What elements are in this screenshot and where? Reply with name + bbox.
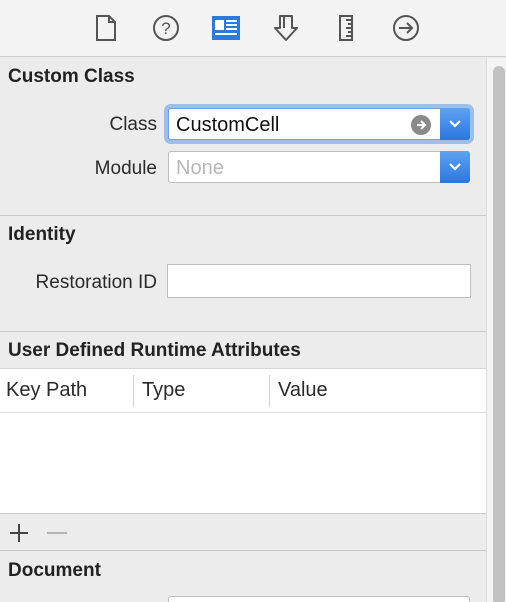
inspector-toolbar: ?: [0, 0, 506, 57]
chevron-down-icon: [449, 120, 461, 128]
document-title: Document: [8, 560, 101, 581]
custom-class-title: Custom Class: [8, 66, 135, 87]
class-combobox[interactable]: CustomCell: [168, 108, 470, 140]
identity-title: Identity: [8, 224, 76, 245]
size-inspector-tab[interactable]: [329, 11, 363, 45]
add-attribute-button[interactable]: [8, 522, 30, 544]
scrollbar-thumb[interactable]: [493, 66, 505, 602]
runtime-attributes-table[interactable]: Key Path Type Value: [0, 368, 486, 514]
connections-inspector-icon: [393, 15, 419, 41]
minus-icon: [47, 532, 67, 534]
module-combobox[interactable]: None: [168, 151, 470, 183]
module-label: Module: [94, 158, 157, 179]
document-field[interactable]: [168, 596, 470, 602]
column-separator: [269, 375, 270, 407]
add-remove-bar: [0, 516, 486, 550]
identity-inspector-icon: [212, 16, 240, 40]
section-divider: [0, 215, 486, 216]
module-dropdown-button[interactable]: [440, 151, 470, 183]
attributes-inspector-icon: [274, 15, 298, 41]
section-divider: [0, 331, 486, 332]
class-field-value[interactable]: CustomCell: [176, 114, 279, 137]
svg-text:?: ?: [161, 19, 170, 38]
restoration-id-field[interactable]: [167, 264, 471, 298]
vertical-scrollbar[interactable]: [486, 58, 506, 602]
runtime-attributes-title: User Defined Runtime Attributes: [8, 340, 301, 361]
inspector-content: Custom Class Class CustomCell Module Non…: [0, 58, 486, 602]
chevron-down-icon: [449, 163, 461, 171]
class-dropdown-button[interactable]: [440, 108, 470, 140]
plus-icon: [10, 524, 28, 542]
column-separator: [133, 375, 134, 407]
column-header-value[interactable]: Value: [272, 369, 486, 413]
file-inspector-icon: [96, 15, 116, 41]
go-to-class-arrow-icon[interactable]: [411, 115, 431, 135]
section-divider: [0, 550, 486, 551]
size-inspector-icon: [339, 15, 353, 41]
connections-inspector-tab[interactable]: [389, 11, 423, 45]
column-header-type[interactable]: Type: [136, 369, 270, 413]
column-header-key-path[interactable]: Key Path: [0, 369, 134, 413]
identity-inspector-tab[interactable]: [209, 11, 243, 45]
file-inspector-tab[interactable]: [89, 11, 123, 45]
restoration-id-label: Restoration ID: [35, 272, 157, 293]
quick-help-icon: ?: [153, 15, 179, 41]
quick-help-tab[interactable]: ?: [149, 11, 183, 45]
attributes-inspector-tab[interactable]: [269, 11, 303, 45]
class-label: Class: [109, 114, 157, 135]
remove-attribute-button[interactable]: [46, 522, 68, 544]
module-field-placeholder[interactable]: None: [176, 157, 224, 180]
